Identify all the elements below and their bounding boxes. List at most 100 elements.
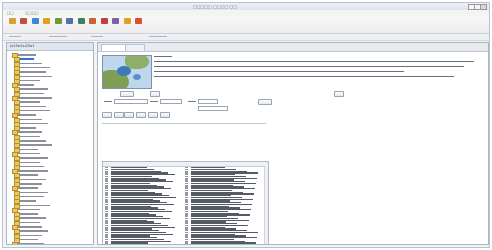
layer-tree-panel: \u25a1\u25a1 (6, 42, 94, 245)
value-field[interactable] (198, 106, 228, 111)
toolbar-button[interactable] (66, 18, 74, 28)
preview-button[interactable] (120, 91, 134, 97)
menu-item-edit[interactable]: □□□□ (25, 11, 39, 15)
ribbon-group-label (9, 36, 21, 38)
tree-item-label (20, 79, 40, 82)
filter-button[interactable] (114, 112, 124, 118)
zoom-button[interactable] (150, 91, 160, 97)
toolbar-button[interactable] (123, 18, 131, 28)
download-button[interactable] (334, 91, 344, 97)
toolbar-button[interactable] (8, 18, 16, 28)
ribbon-group-label (149, 36, 167, 38)
tree-item-label (20, 58, 34, 60)
ribbon-group-label (91, 36, 103, 38)
ribbon-group-labels (3, 34, 489, 41)
tree-item-label (20, 88, 48, 90)
toolbar-button[interactable] (20, 18, 28, 28)
toolbar-button[interactable] (112, 18, 120, 28)
row-number (185, 242, 188, 244)
description-line (154, 66, 464, 68)
description-line (154, 76, 454, 78)
tree-item-label (20, 204, 50, 207)
tree-item-label (20, 75, 52, 78)
help-icon (135, 18, 142, 24)
tree-item-label (20, 109, 50, 112)
list-scrollbar[interactable] (264, 166, 268, 244)
tab-strip (98, 43, 488, 52)
tree-item-label (20, 135, 40, 138)
filter-button[interactable] (160, 112, 170, 118)
tree-item-label (20, 101, 40, 103)
tree-item-label (20, 92, 44, 95)
tree-item-label (20, 230, 48, 232)
results-list (102, 161, 269, 244)
description-line (154, 71, 404, 73)
map-icon (77, 18, 85, 24)
tree-item-label (18, 97, 52, 99)
toolbar-button[interactable] (89, 18, 97, 28)
tree-item-label (18, 187, 38, 189)
toolbar-button[interactable] (77, 18, 85, 28)
row-number (105, 242, 108, 244)
type-field[interactable] (198, 99, 218, 104)
tree-item-label (18, 131, 42, 133)
window-title: □□□□□ □□□□ □□ (193, 4, 238, 9)
chart-icon (54, 18, 62, 24)
tree-item-label (20, 144, 52, 146)
tree-item-label (20, 62, 42, 65)
filter-button[interactable] (124, 112, 134, 118)
application-window: □□□□□ □□□□ □□ □□ □□□□ \u25a1\u25a1 (2, 2, 490, 248)
divider (102, 123, 266, 124)
tree-item-label (20, 234, 42, 237)
dataset-description (154, 55, 484, 89)
tree-item-label (20, 195, 44, 198)
filter-button[interactable] (102, 112, 112, 118)
tree-item-label (18, 226, 42, 228)
search-button[interactable] (258, 99, 272, 105)
details-panel (97, 42, 489, 245)
tree-item-label (20, 148, 38, 151)
form-label (150, 101, 158, 103)
ribbon-group-label (49, 36, 67, 38)
tree-item-label (20, 105, 46, 108)
tree-item-label (20, 174, 38, 176)
form-label (104, 101, 112, 103)
tree-item-label (20, 140, 46, 142)
tree-item-label (20, 178, 46, 181)
map-thumbnail (102, 55, 152, 89)
table-icon (66, 18, 73, 24)
toolbar-button[interactable] (31, 18, 39, 28)
tree-item-label (20, 191, 48, 194)
tree-item-label (18, 170, 48, 172)
description-line (154, 56, 172, 58)
tree-item-label (20, 183, 42, 185)
list-item[interactable] (191, 242, 256, 244)
filter-icon (89, 18, 96, 24)
filter-button[interactable] (136, 112, 146, 118)
toolbar-button[interactable] (100, 18, 108, 28)
query-field[interactable] (114, 99, 148, 104)
menu-item-file[interactable]: □□ (7, 11, 14, 15)
folder-icon (8, 18, 16, 24)
tab-other[interactable] (125, 44, 145, 51)
date-field[interactable] (160, 99, 182, 104)
tree-item[interactable] (12, 242, 92, 244)
tree-item-label (20, 165, 44, 168)
toolbar-button[interactable] (43, 18, 51, 28)
export-icon (100, 18, 108, 24)
panel-header: \u25a1\u25a1 (7, 43, 93, 51)
toolbar (3, 16, 489, 34)
filter-button[interactable] (148, 112, 158, 118)
tree-item-label (20, 221, 40, 224)
tree-item-label (20, 122, 48, 125)
list-item[interactable] (111, 242, 148, 244)
toolbar-button[interactable] (54, 18, 62, 28)
settings-icon (112, 18, 119, 24)
tree-item-label (18, 54, 36, 56)
layer-icon (43, 18, 50, 24)
form-label (188, 101, 196, 103)
info-icon (123, 18, 131, 24)
tree-item-label (20, 157, 48, 159)
toolbar-button[interactable] (135, 18, 143, 28)
tree-item-label (20, 118, 42, 121)
